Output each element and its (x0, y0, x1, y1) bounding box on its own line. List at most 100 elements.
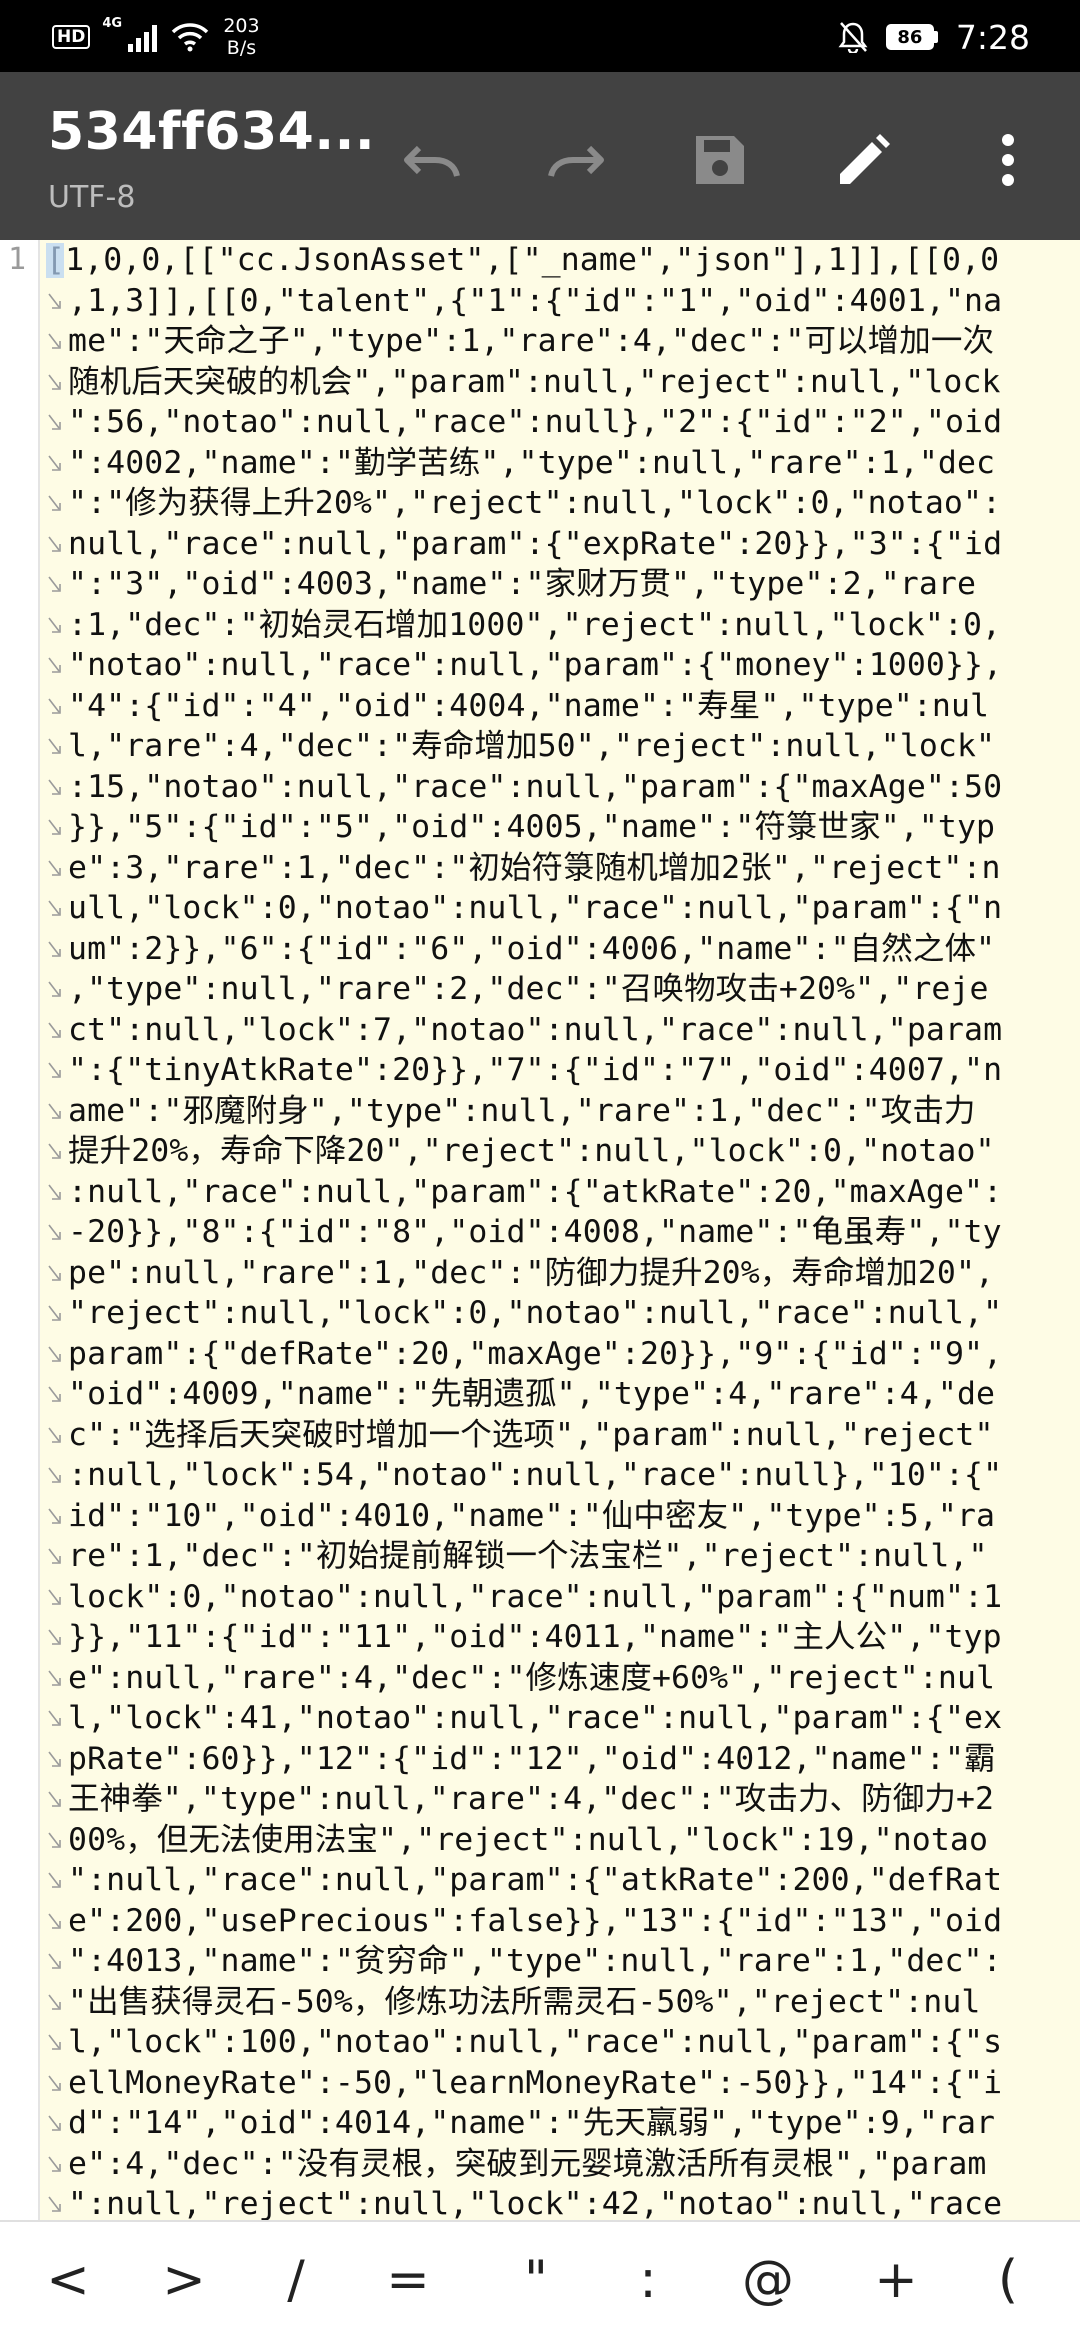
code-line-wrapped[interactable]: e":4,"dec":"没有灵根，突破到元婴境激活所有灵根","param (46, 2144, 1080, 2185)
code-line-wrapped[interactable]: "reject":null,"lock":0,"notao":null,"rac… (46, 1293, 1080, 1334)
code-content[interactable]: [1,0,0,[["cc.JsonAsset",["_name","json"]… (46, 240, 1080, 2220)
code-line-wrapped[interactable]: ":"修为获得上升20%","reject":null,"lock":0,"no… (46, 483, 1080, 524)
code-line-wrapped[interactable]: ":"3","oid":4003,"name":"家财万贯","type":2,… (46, 564, 1080, 605)
soft-wrap-icon (48, 1427, 62, 1445)
hd-voice-badge: HD (52, 25, 91, 49)
code-line-wrapped[interactable]: "出售获得灵石-50%，修炼功法所需灵石-50%","reject":nul (46, 1982, 1080, 2023)
code-text: ":null,"reject":null,"lock":42,"notao":n… (68, 2186, 1003, 2220)
code-line-wrapped[interactable]: pRate":60}},"12":{"id":"12","oid":4012,"… (46, 1739, 1080, 1780)
soft-wrap-icon (48, 698, 62, 716)
soft-wrap-icon (48, 1629, 62, 1647)
code-line-wrapped[interactable]: :1,"dec":"初始灵石增加1000","reject":null,"loc… (46, 605, 1080, 646)
edit-button[interactable] (824, 120, 904, 200)
code-line-wrapped[interactable]: }},"11":{"id":"11","oid":4011,"name":"主人… (46, 1617, 1080, 1658)
code-text: param":{"defRate":20,"maxAge":20}},"9":{… (68, 1335, 1003, 1372)
code-line-wrapped[interactable]: "oid":4009,"name":"先朝遗孤","type":4,"rare"… (46, 1374, 1080, 1415)
code-text: ,"type":null,"rare":2,"dec":"召唤物攻击+20%",… (68, 971, 989, 1007)
symbol-key[interactable]: + (856, 2240, 936, 2320)
symbol-key[interactable]: : (608, 2240, 688, 2320)
soft-wrap-icon (48, 1386, 62, 1404)
soft-wrap-icon (48, 1710, 62, 1728)
more-options-button[interactable] (968, 120, 1048, 200)
undo-button[interactable] (392, 120, 472, 200)
code-line-wrapped[interactable]: c":"选择后天突破时增加一个选项","param":null,"reject" (46, 1415, 1080, 1456)
code-line-wrapped[interactable]: ,"type":null,"rare":2,"dec":"召唤物攻击+20%",… (46, 969, 1080, 1010)
code-line-wrapped[interactable]: um":2}},"6":{"id":"6","oid":4006,"name":… (46, 929, 1080, 970)
code-line-wrapped[interactable]: ull,"lock":0,"notao":null,"race":null,"p… (46, 888, 1080, 929)
code-text: :null,"lock":54,"notao":null,"race":null… (68, 1457, 1003, 1493)
symbol-key[interactable]: @ (728, 2240, 808, 2320)
status-right: 86 7:28 (838, 14, 1030, 60)
code-line-wrapped[interactable]: 王神拳","type":null,"rare":4,"dec":"攻击力、防御力… (46, 1779, 1080, 1820)
code-line-wrapped[interactable]: param":{"defRate":20,"maxAge":20}},"9":{… (46, 1334, 1080, 1375)
code-line-wrapped[interactable]: }},"5":{"id":"5","oid":4005,"name":"符箓世家… (46, 807, 1080, 848)
code-line-wrapped[interactable]: ":56,"notao":null,"race":null},"2":{"id"… (46, 402, 1080, 443)
code-line-wrapped[interactable]: lock":0,"notao":null,"race":null,"param"… (46, 1577, 1080, 1618)
code-text: null,"race":null,"param":{"expRate":20}}… (68, 525, 1003, 562)
network-speed: 203 B/s (223, 15, 259, 59)
symbol-key[interactable]: ) (1060, 2240, 1080, 2320)
symbol-key[interactable]: " (496, 2240, 576, 2320)
code-line-wrapped[interactable]: -20}},"8":{"id":"8","oid":4008,"name":"龟… (46, 1212, 1080, 1253)
soft-wrap-icon (48, 1913, 62, 1931)
code-text: pRate":60}},"12":{"id":"12","oid":4012,"… (68, 1740, 996, 1777)
code-line-wrapped[interactable]: pe":null,"rare":1,"dec":"防御力提升20%，寿命增加20… (46, 1253, 1080, 1294)
symbol-key[interactable]: > (144, 2240, 224, 2320)
soft-wrap-icon (48, 2196, 62, 2214)
code-line-wrapped[interactable]: e":3,"rare":1,"dec":"初始符箓随机增加2张","reject… (46, 848, 1080, 889)
soft-wrap-icon (48, 1224, 62, 1242)
soft-wrap-icon (48, 738, 62, 756)
text-editor[interactable]: 1 [1,0,0,[["cc.JsonAsset",["_name","json… (0, 240, 1080, 2220)
code-text: ":{"tinyAtkRate":20}},"7":{"id":"7","oid… (68, 1052, 1003, 1088)
soft-wrap-icon (48, 536, 62, 554)
code-line-wrapped[interactable]: ":null,"reject":null,"lock":42,"notao":n… (46, 2184, 1080, 2220)
code-line-wrapped[interactable]: l,"lock":100,"notao":null,"race":null,"p… (46, 2022, 1080, 2063)
save-button[interactable] (680, 120, 760, 200)
symbol-key[interactable]: = (368, 2240, 448, 2320)
symbol-key[interactable]: ( (968, 2240, 1048, 2320)
code-line-wrapped[interactable]: id":"10","oid":4010,"name":"仙中密友","type"… (46, 1496, 1080, 1537)
code-line[interactable]: [1,0,0,[["cc.JsonAsset",["_name","json"]… (46, 240, 1080, 281)
code-text: e":null,"rare":4,"dec":"修炼速度+60%","rejec… (68, 1659, 996, 1696)
code-line-wrapped[interactable]: "notao":null,"race":null,"param":{"money… (46, 645, 1080, 686)
code-line-wrapped[interactable]: e":null,"rare":4,"dec":"修炼速度+60%","rejec… (46, 1658, 1080, 1699)
code-line-wrapped[interactable]: "4":{"id":"4","oid":4004,"name":"寿星","ty… (46, 686, 1080, 727)
code-text: ":4013,"name":"贫穷命","type":null,"rare":1… (68, 1943, 1002, 1979)
soft-wrap-icon (48, 455, 62, 473)
code-line-wrapped[interactable]: ":null,"race":null,"param":{"atkRate":20… (46, 1860, 1080, 1901)
redo-button[interactable] (536, 120, 616, 200)
symbol-key[interactable]: / (256, 2240, 336, 2320)
network-speed-unit: B/s (226, 37, 257, 59)
code-line-wrapped[interactable]: 随机后天突破的机会","param":null,"reject":null,"l… (46, 362, 1080, 403)
code-line-wrapped[interactable]: ":{"tinyAtkRate":20}},"7":{"id":"7","oid… (46, 1050, 1080, 1091)
status-bar: HD 4G 203 B/s 86 7:28 (0, 0, 1080, 72)
code-line-wrapped[interactable]: :null,"race":null,"param":{"atkRate":20,… (46, 1172, 1080, 1213)
code-line-wrapped[interactable]: :15,"notao":null,"race":null,"param":{"m… (46, 767, 1080, 808)
file-encoding[interactable]: UTF-8 (48, 180, 135, 215)
file-title[interactable]: 534ff634... (48, 102, 375, 162)
soft-wrap-icon (48, 1872, 62, 1890)
code-line-wrapped[interactable]: e":200,"usePrecious":false}},"13":{"id":… (46, 1901, 1080, 1942)
code-line-wrapped[interactable]: ":4002,"name":"勤学苦练","type":null,"rare":… (46, 443, 1080, 484)
code-line-wrapped[interactable]: me":"天命之子","type":1,"rare":4,"dec":"可以增加… (46, 321, 1080, 362)
code-text: "4":{"id":"4","oid":4004,"name":"寿星","ty… (68, 687, 990, 724)
code-line-wrapped[interactable]: ,1,3]],[[0,"talent",{"1":{"id":"1","oid"… (46, 281, 1080, 322)
code-line-wrapped[interactable]: null,"race":null,"param":{"expRate":20}}… (46, 524, 1080, 565)
symbol-key[interactable]: < (28, 2240, 108, 2320)
code-line-wrapped[interactable]: ct":null,"lock":7,"notao":null,"race":nu… (46, 1010, 1080, 1051)
code-line-wrapped[interactable]: re":1,"dec":"初始提前解锁一个法宝栏","reject":null,… (46, 1536, 1080, 1577)
soft-wrap-icon (48, 860, 62, 878)
code-line-wrapped[interactable]: d":"14","oid":4014,"name":"先天羸弱","type":… (46, 2103, 1080, 2144)
code-line-wrapped[interactable]: ellMoneyRate":-50,"learnMoneyRate":-50}}… (46, 2063, 1080, 2104)
save-icon (696, 136, 744, 184)
code-line-wrapped[interactable]: 提升20%，寿命下降20","reject":null,"lock":0,"no… (46, 1131, 1080, 1172)
code-line-wrapped[interactable]: ame":"邪魔附身","type":null,"rare":1,"dec":"… (46, 1091, 1080, 1132)
code-text: ":null,"race":null,"param":{"atkRate":20… (68, 1862, 1003, 1898)
code-line-wrapped[interactable]: l,"rare":4,"dec":"寿命增加50","reject":null,… (46, 726, 1080, 767)
code-line-wrapped[interactable]: :null,"lock":54,"notao":null,"race":null… (46, 1455, 1080, 1496)
soft-wrap-icon (48, 617, 62, 635)
code-line-wrapped[interactable]: ":4013,"name":"贫穷命","type":null,"rare":1… (46, 1941, 1080, 1982)
code-line-wrapped[interactable]: 00%，但无法使用法宝","reject":null,"lock":19,"no… (46, 1820, 1080, 1861)
soft-wrap-icon (48, 2075, 62, 2093)
code-line-wrapped[interactable]: l,"lock":41,"notao":null,"race":null,"pa… (46, 1698, 1080, 1739)
